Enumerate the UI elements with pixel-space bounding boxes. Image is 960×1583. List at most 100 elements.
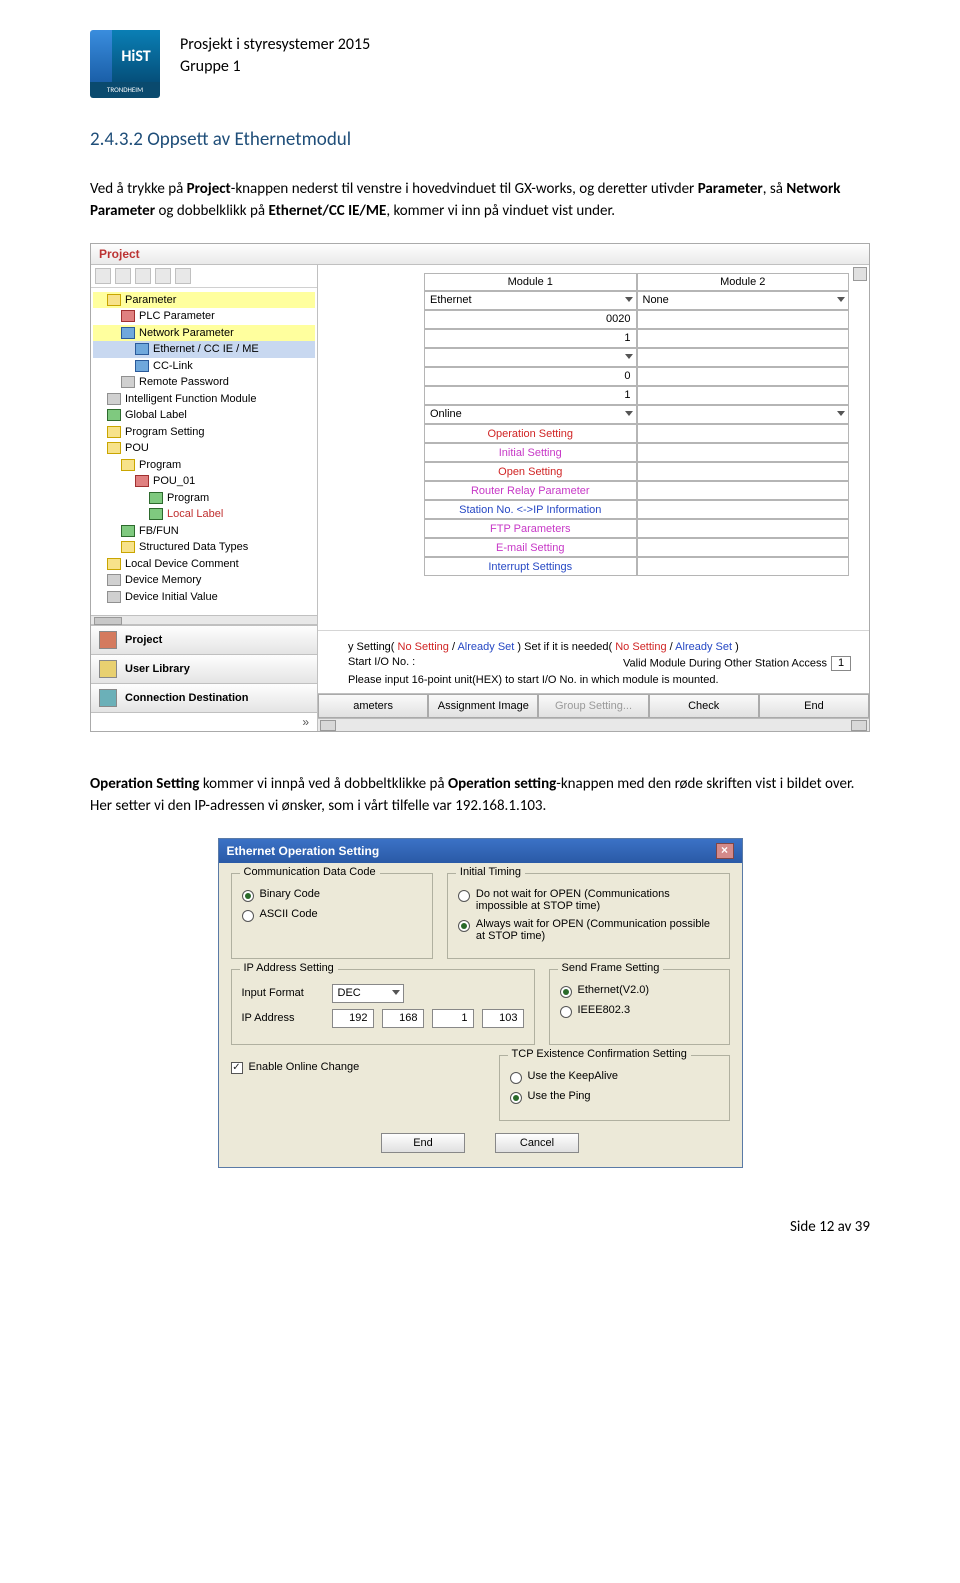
folder-icon (121, 459, 135, 471)
ieee8023-radio[interactable]: IEEE802.3 (560, 1004, 719, 1018)
pou-icon (135, 475, 149, 487)
ip-octet-1[interactable]: 192 (332, 1009, 374, 1028)
ping-radio[interactable]: Use the Ping (510, 1090, 719, 1104)
module-header-2: Module 2 (637, 273, 850, 291)
check-button[interactable]: Check (649, 694, 759, 718)
bottom-button-row: ameters Assignment Image Group Setting..… (318, 693, 869, 718)
operation-setting-link[interactable]: Operation Setting (424, 424, 637, 443)
scroll-up-icon[interactable] (853, 267, 867, 281)
radio-icon (510, 1072, 522, 1084)
timing-alwayswait-radio[interactable]: Always wait for OPEN (Communication poss… (458, 918, 719, 942)
module-header-1: Module 1 (424, 273, 637, 291)
nav-collapse-button[interactable]: » (91, 713, 317, 731)
tree-fbfun[interactable]: FB/FUN (93, 523, 315, 540)
tree-local-label[interactable]: Local Label (93, 506, 315, 523)
memory-icon (107, 574, 121, 586)
input-format-label: Input Format (242, 987, 324, 999)
ftp-link[interactable]: FTP Parameters (424, 519, 637, 538)
module1-type-select[interactable]: Ethernet (424, 291, 637, 310)
ip-octet-2[interactable]: 168 (382, 1009, 424, 1028)
param-icon (121, 310, 135, 322)
folder-icon (107, 426, 121, 438)
dialog-cancel-button[interactable]: Cancel (495, 1133, 579, 1153)
ethernet-v2-radio[interactable]: Ethernet(V2.0) (560, 984, 719, 998)
tree-plc-parameter[interactable]: PLC Parameter (93, 308, 315, 325)
tree-hscroll[interactable] (91, 615, 317, 625)
toolbar-icon[interactable] (175, 268, 191, 284)
toolbar-icon[interactable] (155, 268, 171, 284)
program-icon (149, 492, 163, 504)
parameters-button[interactable]: ameters (318, 694, 428, 718)
fb-icon (121, 525, 135, 537)
tree-device-memory[interactable]: Device Memory (93, 572, 315, 589)
ip-octet-4[interactable]: 103 (482, 1009, 524, 1028)
interrupt-link[interactable]: Interrupt Settings (424, 557, 637, 576)
tree-program2[interactable]: Program (93, 490, 315, 507)
paragraph-1: Ved å trykke på Project-knappen nederst … (90, 179, 870, 223)
page-header: HiST TRONDHEIM Prosjekt i styresystemer … (90, 30, 870, 98)
tree-intelligent-module[interactable]: Intelligent Function Module (93, 391, 315, 408)
folder-icon (107, 558, 121, 570)
module1-io-no[interactable]: 0020 (424, 310, 637, 329)
hist-logo: HiST TRONDHEIM (90, 30, 160, 98)
page-footer: Side 12 av 39 (90, 1218, 870, 1236)
tree-global-label[interactable]: Global Label (93, 407, 315, 424)
ip-octet-3[interactable]: 1 (432, 1009, 474, 1028)
tree-pou01[interactable]: POU_01 (93, 473, 315, 490)
radio-checked-icon (242, 890, 254, 902)
timing-nowait-radio[interactable]: Do not wait for OPEN (Communications imp… (458, 888, 719, 912)
tree-struct-types[interactable]: Structured Data Types (93, 539, 315, 556)
tree-device-initial[interactable]: Device Initial Value (93, 589, 315, 606)
project-tree-panel: Parameter PLC Parameter Network Paramete… (91, 265, 318, 732)
module2-type-select[interactable]: None (637, 291, 850, 310)
station-ip-link[interactable]: Station No. <->IP Information (424, 500, 637, 519)
email-link[interactable]: E-mail Setting (424, 538, 637, 557)
router-relay-link[interactable]: Router Relay Parameter (424, 481, 637, 500)
tree-parameter[interactable]: Parameter (93, 292, 315, 309)
radio-checked-icon (458, 920, 470, 932)
horizontal-scrollbar[interactable] (318, 718, 869, 731)
tree-ethernet-cc[interactable]: Ethernet / CC IE / ME (93, 341, 315, 358)
tree-program-setting[interactable]: Program Setting (93, 424, 315, 441)
ascii-code-radio[interactable]: ASCII Code (242, 908, 422, 922)
send-frame-setting-group: Send Frame Setting Ethernet(V2.0) IEEE80… (549, 969, 730, 1045)
keepalive-radio[interactable]: Use the KeepAlive (510, 1070, 719, 1084)
toolbar-icon[interactable] (115, 268, 131, 284)
dialog-title: Ethernet Operation Setting (227, 844, 380, 858)
tree-program[interactable]: Program (93, 457, 315, 474)
toolbar-icon[interactable] (135, 268, 151, 284)
open-setting-link[interactable]: Open Setting (424, 462, 637, 481)
dialog-end-button[interactable]: End (381, 1133, 465, 1153)
end-button[interactable]: End (759, 694, 869, 718)
tree-cc-link[interactable]: CC-Link (93, 358, 315, 375)
gxworks-screenshot: Project Parameter PLC Parameter Network … (90, 243, 870, 733)
initial-icon (107, 591, 121, 603)
binary-code-radio[interactable]: Binary Code (242, 888, 422, 902)
initial-setting-link[interactable]: Initial Setting (424, 443, 637, 462)
doc-title-line2: Gruppe 1 (180, 56, 370, 78)
tree-pou[interactable]: POU (93, 440, 315, 457)
folder-icon (107, 442, 121, 454)
assignment-image-button[interactable]: Assignment Image (428, 694, 538, 718)
enable-online-change-checkbox[interactable]: Enable Online Change (231, 1061, 485, 1074)
tree-remote-password[interactable]: Remote Password (93, 374, 315, 391)
toolbar-icon[interactable] (95, 268, 111, 284)
tree-network-parameter[interactable]: Network Parameter (93, 325, 315, 342)
group-setting-button[interactable]: Group Setting... (538, 694, 648, 718)
input-format-select[interactable]: DEC (332, 984, 404, 1003)
tree-local-device-comment[interactable]: Local Device Comment (93, 556, 315, 573)
nav-connection-destination[interactable]: Connection Destination (91, 684, 317, 713)
radio-checked-icon (560, 986, 572, 998)
nav-project[interactable]: Project (91, 626, 317, 655)
radio-icon (242, 910, 254, 922)
valid-module-input[interactable]: 1 (831, 656, 851, 671)
label-icon (149, 508, 163, 520)
paragraph-2: Operation Setting kommer vi innpå ved å … (90, 774, 870, 818)
project-panel-title: Project (91, 244, 869, 265)
nav-user-library[interactable]: User Library (91, 655, 317, 684)
module-icon (107, 393, 121, 405)
close-icon[interactable]: × (716, 843, 734, 859)
cclink-icon (135, 360, 149, 372)
module1-val[interactable]: 1 (424, 329, 637, 348)
module1-mode[interactable]: Online (424, 405, 637, 424)
